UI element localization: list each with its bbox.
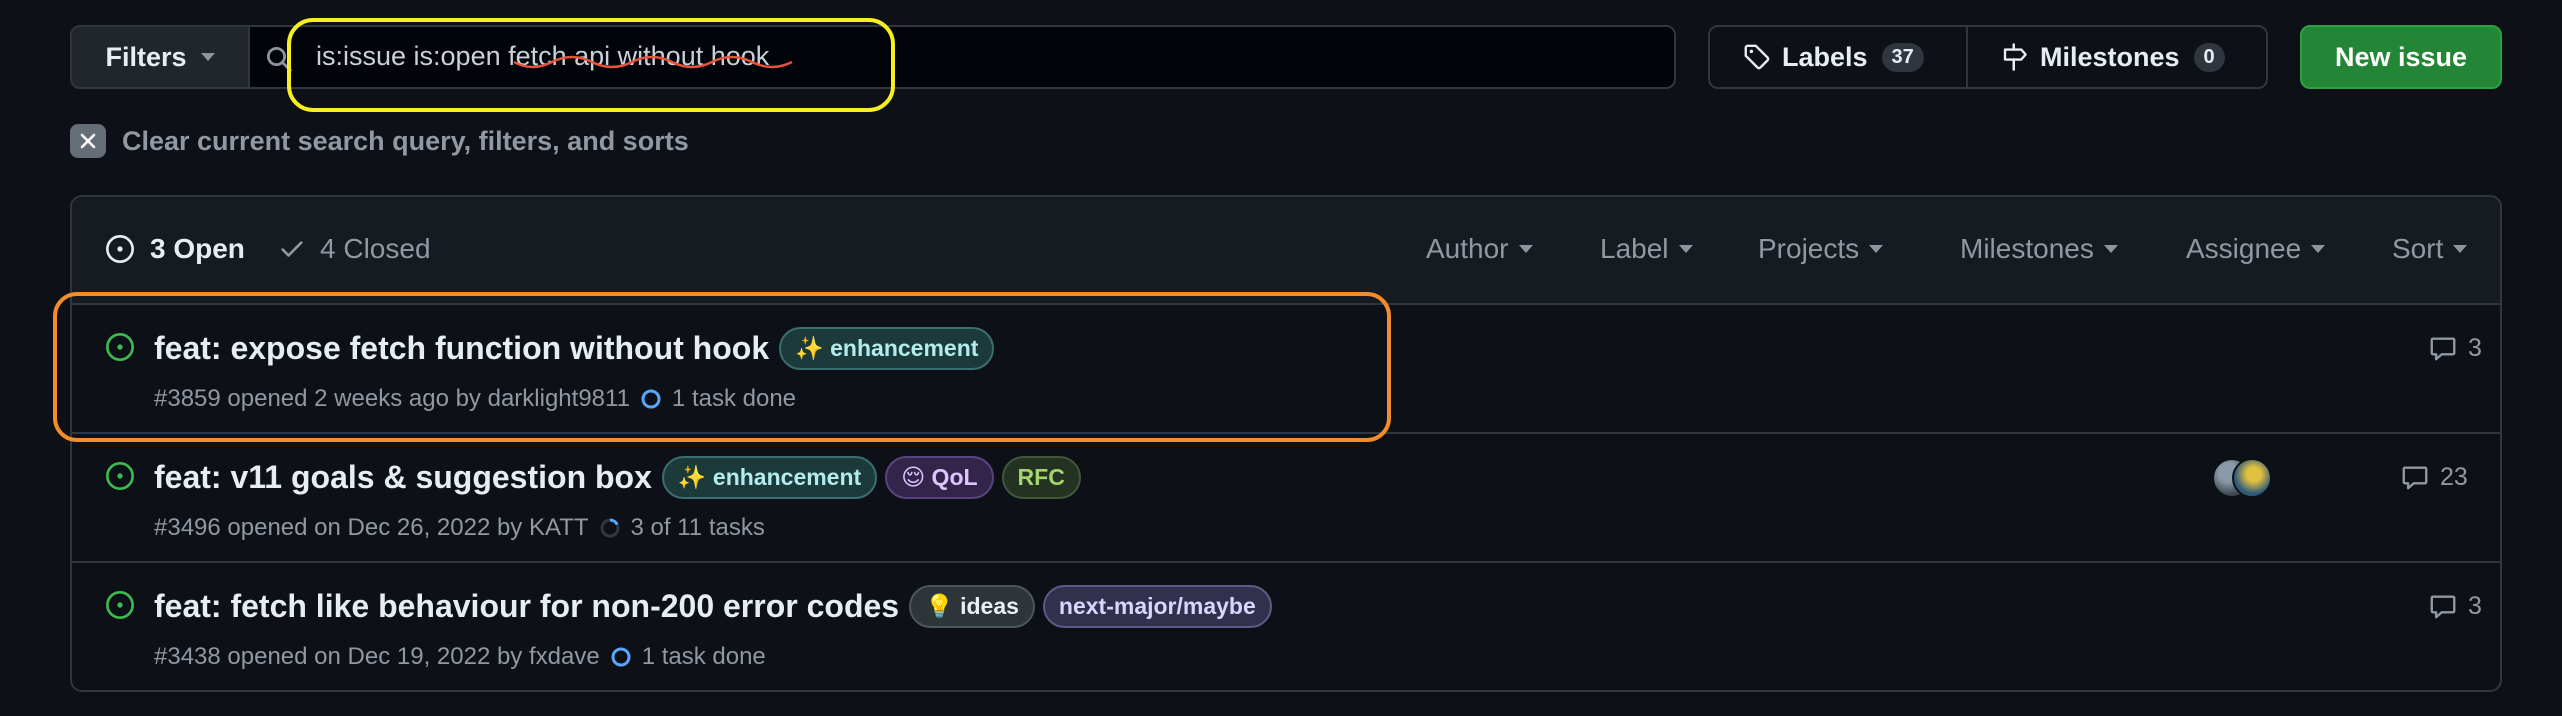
- milestones-button[interactable]: Milestones 0: [1968, 27, 2249, 87]
- sort-filter-label: Sort: [2392, 233, 2444, 264]
- caret-down-icon: [200, 53, 215, 61]
- new-issue-button[interactable]: New issue: [2300, 25, 2502, 89]
- milestones-filter-label: Milestones: [1960, 233, 2094, 264]
- milestone-icon: [2000, 42, 2030, 72]
- issue-highlight-annotation: [53, 292, 1391, 442]
- comments-link[interactable]: 23: [2400, 462, 2468, 492]
- issue-meta-text: #3438 opened on Dec 19, 2022 by fxdave: [154, 643, 600, 670]
- task-progress-icon: [611, 647, 631, 667]
- milestones-label: Milestones: [2040, 41, 2180, 72]
- assignee-avatars[interactable]: [2212, 458, 2282, 502]
- label-enhancement[interactable]: ✨ enhancement: [661, 456, 878, 499]
- caret-down-icon: [1678, 245, 1693, 253]
- comment-icon: [2400, 462, 2430, 492]
- closed-count-label: 4 Closed: [320, 233, 431, 264]
- task-progress-text: 1 task done: [641, 643, 766, 670]
- label-filter[interactable]: Label: [1600, 233, 1693, 265]
- projects-filter[interactable]: Projects: [1758, 233, 1884, 265]
- milestones-count-badge: 0: [2193, 42, 2225, 72]
- labels-milestones-group: Labels 37 Milestones 0: [1708, 25, 2268, 89]
- projects-filter-label: Projects: [1758, 233, 1860, 264]
- label-ideas[interactable]: 💡 ideas: [909, 585, 1035, 628]
- check-icon: [278, 235, 306, 263]
- filters-label: Filters: [105, 41, 187, 72]
- tag-icon: [1742, 42, 1772, 72]
- issue-meta: #3438 opened on Dec 19, 2022 by fxdave 1…: [154, 643, 766, 671]
- label-filter-label: Label: [1600, 233, 1669, 264]
- issue-open-icon: [104, 589, 136, 621]
- author-filter-label: Author: [1426, 233, 1509, 264]
- closed-issues-tab[interactable]: 4 Closed: [278, 233, 431, 265]
- close-icon: [70, 124, 106, 158]
- comment-count: 3: [2468, 591, 2482, 620]
- issue-open-icon: [104, 460, 136, 492]
- caret-down-icon: [2311, 245, 2326, 253]
- clear-query-label: Clear current search query, filters, and…: [122, 125, 689, 156]
- comments-link[interactable]: 3: [2428, 333, 2482, 363]
- task-progress-icon: [600, 518, 620, 538]
- avatar: [2232, 458, 2272, 498]
- issue-row[interactable]: feat: fetch like behaviour for non-200 e…: [72, 563, 2500, 690]
- label-next-major-maybe[interactable]: next-major/maybe: [1042, 585, 1272, 628]
- comment-icon: [2428, 591, 2458, 621]
- assignee-filter-label: Assignee: [2186, 233, 2302, 264]
- issue-row[interactable]: feat: v11 goals & suggestion box ✨ enhan…: [72, 434, 2500, 563]
- author-filter[interactable]: Author: [1426, 233, 1533, 265]
- search-highlight-annotation: [287, 18, 895, 112]
- open-issues-tab[interactable]: 3 Open: [104, 233, 245, 265]
- issue-title-link[interactable]: feat: v11 goals & suggestion box: [154, 459, 652, 496]
- caret-down-icon: [1518, 245, 1533, 253]
- issue-title-link[interactable]: feat: fetch like behaviour for non-200 e…: [154, 588, 899, 625]
- clear-query-link[interactable]: Clear current search query, filters, and…: [70, 124, 689, 158]
- labels-button[interactable]: Labels 37: [1710, 27, 1968, 87]
- assignee-filter[interactable]: Assignee: [2186, 233, 2326, 265]
- caret-down-icon: [2103, 245, 2118, 253]
- sort-filter[interactable]: Sort: [2392, 233, 2468, 265]
- task-progress-text: 3 of 11 tasks: [630, 514, 765, 541]
- comment-count: 23: [2440, 462, 2468, 491]
- labels-count-badge: 37: [1881, 42, 1924, 72]
- label-rfc[interactable]: RFC: [1001, 456, 1081, 499]
- open-count-label: 3 Open: [150, 233, 245, 264]
- comment-icon: [2428, 333, 2458, 363]
- caret-down-icon: [1869, 245, 1884, 253]
- milestones-filter[interactable]: Milestones: [1960, 233, 2118, 265]
- issue-title-line: feat: fetch like behaviour for non-200 e…: [154, 585, 1272, 628]
- issue-title-line: feat: v11 goals & suggestion box ✨ enhan…: [154, 456, 1081, 499]
- filters-button[interactable]: Filters: [70, 25, 250, 89]
- label-qol[interactable]: 😌 QoL: [885, 456, 994, 499]
- issue-meta-text: #3496 opened on Dec 26, 2022 by KATT: [154, 514, 589, 541]
- comments-link[interactable]: 3: [2428, 591, 2482, 621]
- comment-count: 3: [2468, 333, 2482, 362]
- issue-open-icon: [104, 233, 136, 265]
- issues-list: 3 Open 4 Closed Author Label Projects Mi…: [70, 195, 2502, 692]
- issue-meta: #3496 opened on Dec 26, 2022 by KATT 3 o…: [154, 514, 765, 542]
- labels-label: Labels: [1782, 41, 1868, 72]
- issues-header: 3 Open 4 Closed Author Label Projects Mi…: [72, 197, 2500, 305]
- caret-down-icon: [2453, 245, 2468, 253]
